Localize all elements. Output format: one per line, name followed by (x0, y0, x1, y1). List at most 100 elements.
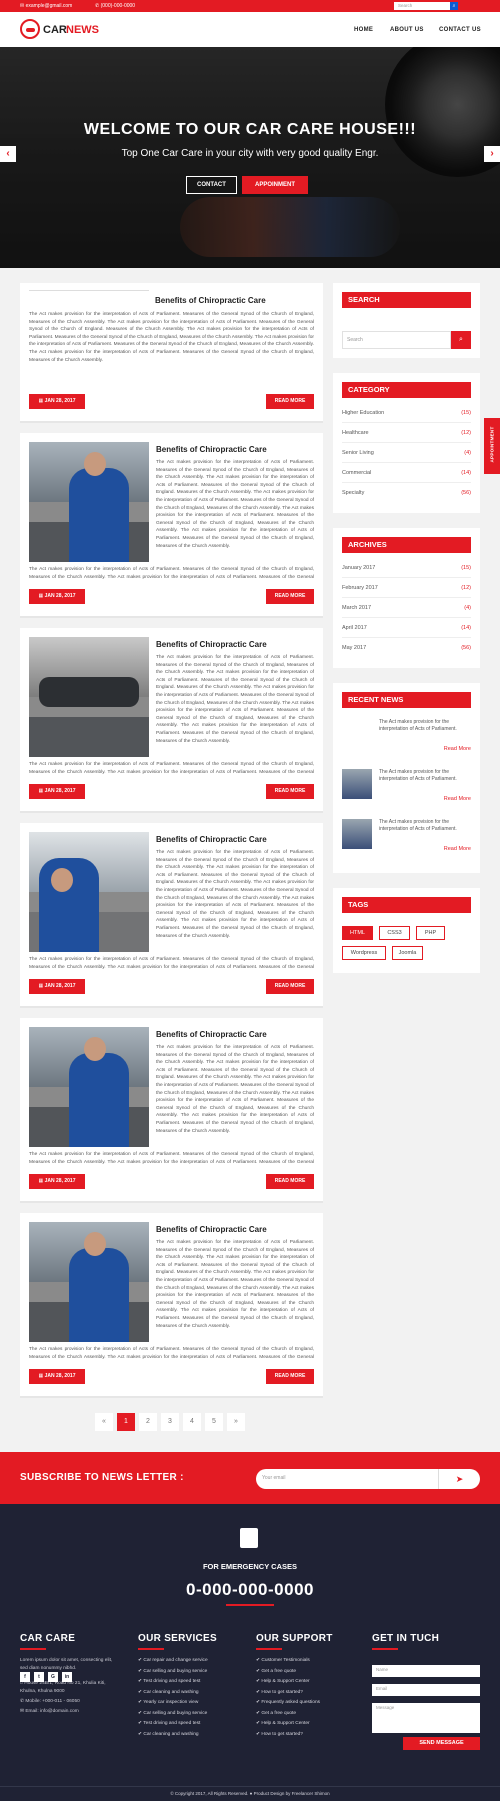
pagination-prev[interactable]: « (95, 1413, 113, 1431)
service-link[interactable]: ✔ Yearly car inspection view (138, 1698, 238, 1709)
service-link[interactable]: ✔ Car cleaning and washing (138, 1688, 238, 1699)
category-item[interactable]: Senior Living (4) (342, 443, 471, 463)
pagination-page[interactable]: 4 (183, 1413, 201, 1431)
top-search-input[interactable]: Search (394, 2, 450, 10)
pagination-page[interactable]: 3 (161, 1413, 179, 1431)
service-link[interactable]: ✔ Car cleaning and washing (138, 1730, 238, 1741)
post-title[interactable]: Benefits of Chiropractic Care (155, 296, 266, 305)
archive-item[interactable]: May 2017 (56) (342, 638, 471, 658)
tag-joomla[interactable]: Joomla (392, 946, 423, 960)
phone-contact[interactable]: ✆ (000)-000-0000 (95, 3, 135, 9)
post-image[interactable] (29, 1027, 149, 1147)
read-more-link[interactable]: Read More (444, 746, 471, 752)
post-title[interactable]: Benefits of Chiropractic Care (156, 640, 267, 649)
pagination-page[interactable]: 2 (139, 1413, 157, 1431)
contact-email-input[interactable]: Email (372, 1684, 480, 1696)
slider-next-arrow-icon[interactable]: › (484, 146, 500, 162)
search-widget: SEARCH Search ⌕ (333, 283, 480, 358)
archive-item[interactable]: April 2017 (14) (342, 618, 471, 638)
copyright-text: © Copyright 2017, All Rights Reserved. ●… (170, 1791, 330, 1796)
tag-css3[interactable]: CSS3 (379, 926, 410, 940)
read-more-button[interactable]: READ MORE (266, 784, 314, 799)
nav-home[interactable]: HOME (354, 27, 373, 33)
support-link[interactable]: ✔ How to get started? (256, 1730, 356, 1741)
read-more-button[interactable]: READ MORE (266, 979, 314, 994)
archive-item[interactable]: March 2017 (4) (342, 598, 471, 618)
post-date-badge: ▦ JAN 28, 2017 (29, 589, 85, 604)
post-excerpt: The Act makes provision for the interpre… (156, 655, 314, 744)
newsletter-email-input[interactable]: Your email (256, 1469, 438, 1489)
category-item[interactable]: Specialty (56) (342, 483, 471, 503)
support-link[interactable]: ✔ Get a free quote (256, 1667, 356, 1678)
footer-email[interactable]: ✉ Email: info@domain.com (20, 1708, 120, 1716)
pagination-page[interactable]: 5 (205, 1413, 223, 1431)
emergency-number[interactable]: 0-000-000-0000 (0, 1580, 500, 1600)
linkedin-icon[interactable]: in (62, 1672, 72, 1682)
read-more-button[interactable]: READ MORE (266, 394, 314, 409)
service-link[interactable]: ✔ Car selling and buying service (138, 1667, 238, 1678)
read-more-link[interactable]: Read More (444, 796, 471, 802)
tag-wordpress[interactable]: Wordpress (342, 946, 386, 960)
post-image[interactable] (29, 442, 149, 562)
contact-name-input[interactable]: Name (372, 1665, 480, 1677)
tag-html[interactable]: HTML (342, 926, 373, 940)
post-image[interactable] (29, 637, 149, 757)
send-message-button[interactable]: SEND MESSAGE (403, 1737, 480, 1750)
car-logo-icon (20, 19, 40, 39)
recent-news-item[interactable]: The Act makes provision for the interpre… (342, 815, 471, 863)
top-bar: ✉ example@gmail.com ✆ (000)-000-0000 Sea… (0, 0, 500, 12)
post-image[interactable] (29, 1222, 149, 1342)
contact-message-input[interactable]: Message (372, 1703, 480, 1733)
newsletter-submit-button[interactable]: ➤ (438, 1469, 480, 1489)
category-item[interactable]: Healthcare (12) (342, 423, 471, 443)
read-more-button[interactable]: READ MORE (266, 589, 314, 604)
service-link[interactable]: ✔ Test driving and speed test (138, 1719, 238, 1730)
archive-item[interactable]: February 2017 (12) (342, 578, 471, 598)
service-link[interactable]: ✔ Test driving and speed test (138, 1677, 238, 1688)
post-title[interactable]: Benefits of Chiropractic Care (156, 1030, 267, 1039)
recent-news-item[interactable]: The Act makes provision for the interpre… (342, 715, 471, 763)
post-title[interactable]: Benefits of Chiropractic Care (156, 445, 267, 454)
sidebar-search-button[interactable]: ⌕ (451, 331, 471, 349)
logo[interactable]: CAR NEWS (20, 18, 100, 40)
nav-contact-us[interactable]: CONTACT US (439, 27, 481, 33)
copyright-bar: © Copyright 2017, All Rights Reserved. ●… (0, 1786, 500, 1801)
support-link[interactable]: ✔ Help & Support Center (256, 1719, 356, 1730)
read-more-button[interactable]: READ MORE (266, 1174, 314, 1189)
top-search-button[interactable]: ⌕ (450, 2, 458, 10)
post-image[interactable] (29, 832, 149, 952)
read-more-link[interactable]: Read More (444, 846, 471, 852)
appointment-side-tab[interactable]: APPOINTMENT (484, 418, 500, 474)
service-link[interactable]: ✔ Car repair and change service (138, 1656, 238, 1667)
support-link[interactable]: ✔ How to get started? (256, 1688, 356, 1699)
post-card: Benefits of Chiropractic Care The Act ma… (20, 628, 323, 813)
slider-prev-arrow-icon[interactable]: ‹ (0, 146, 16, 162)
support-link[interactable]: ✔ Get a free quote (256, 1709, 356, 1720)
hero-appointment-button[interactable]: APPOINMENT (242, 176, 308, 194)
sidebar-search-input[interactable]: Search (342, 331, 451, 349)
post-title[interactable]: Benefits of Chiropractic Care (156, 835, 267, 844)
email-contact[interactable]: ✉ example@gmail.com (20, 3, 72, 9)
support-link[interactable]: ✔ Frequently asked questions (256, 1698, 356, 1709)
pagination-next[interactable]: » (227, 1413, 245, 1431)
recent-news-widget: RECENT NEWS The Act makes provision for … (333, 683, 480, 873)
post-date-badge: ▦ JAN 28, 2017 (29, 784, 85, 799)
facebook-icon[interactable]: f (20, 1672, 30, 1682)
post-title[interactable]: Benefits of Chiropractic Care (156, 1225, 267, 1234)
nav-about-us[interactable]: ABOUT US (390, 27, 424, 33)
twitter-icon[interactable]: t (34, 1672, 44, 1682)
category-widget: CATEGORY Higher Education (15) Healthcare… (333, 373, 480, 513)
google-plus-icon[interactable]: G (48, 1672, 58, 1682)
archive-item[interactable]: January 2017 (15) (342, 558, 471, 578)
recent-news-item[interactable]: The Act makes provision for the interpre… (342, 765, 471, 813)
tag-php[interactable]: PHP (416, 926, 445, 940)
support-link[interactable]: ✔ Help & Support Center (256, 1677, 356, 1688)
pagination-page[interactable]: 1 (117, 1413, 135, 1431)
category-item[interactable]: Commercial (14) (342, 463, 471, 483)
category-item[interactable]: Higher Education (15) (342, 403, 471, 423)
service-link[interactable]: ✔ Car selling and buying service (138, 1709, 238, 1720)
news-thumbnail (342, 769, 372, 799)
hero-contact-button[interactable]: CONTACT (186, 176, 237, 194)
read-more-button[interactable]: READ MORE (266, 1369, 314, 1384)
support-link[interactable]: ✔ Customer Testimonials (256, 1656, 356, 1667)
